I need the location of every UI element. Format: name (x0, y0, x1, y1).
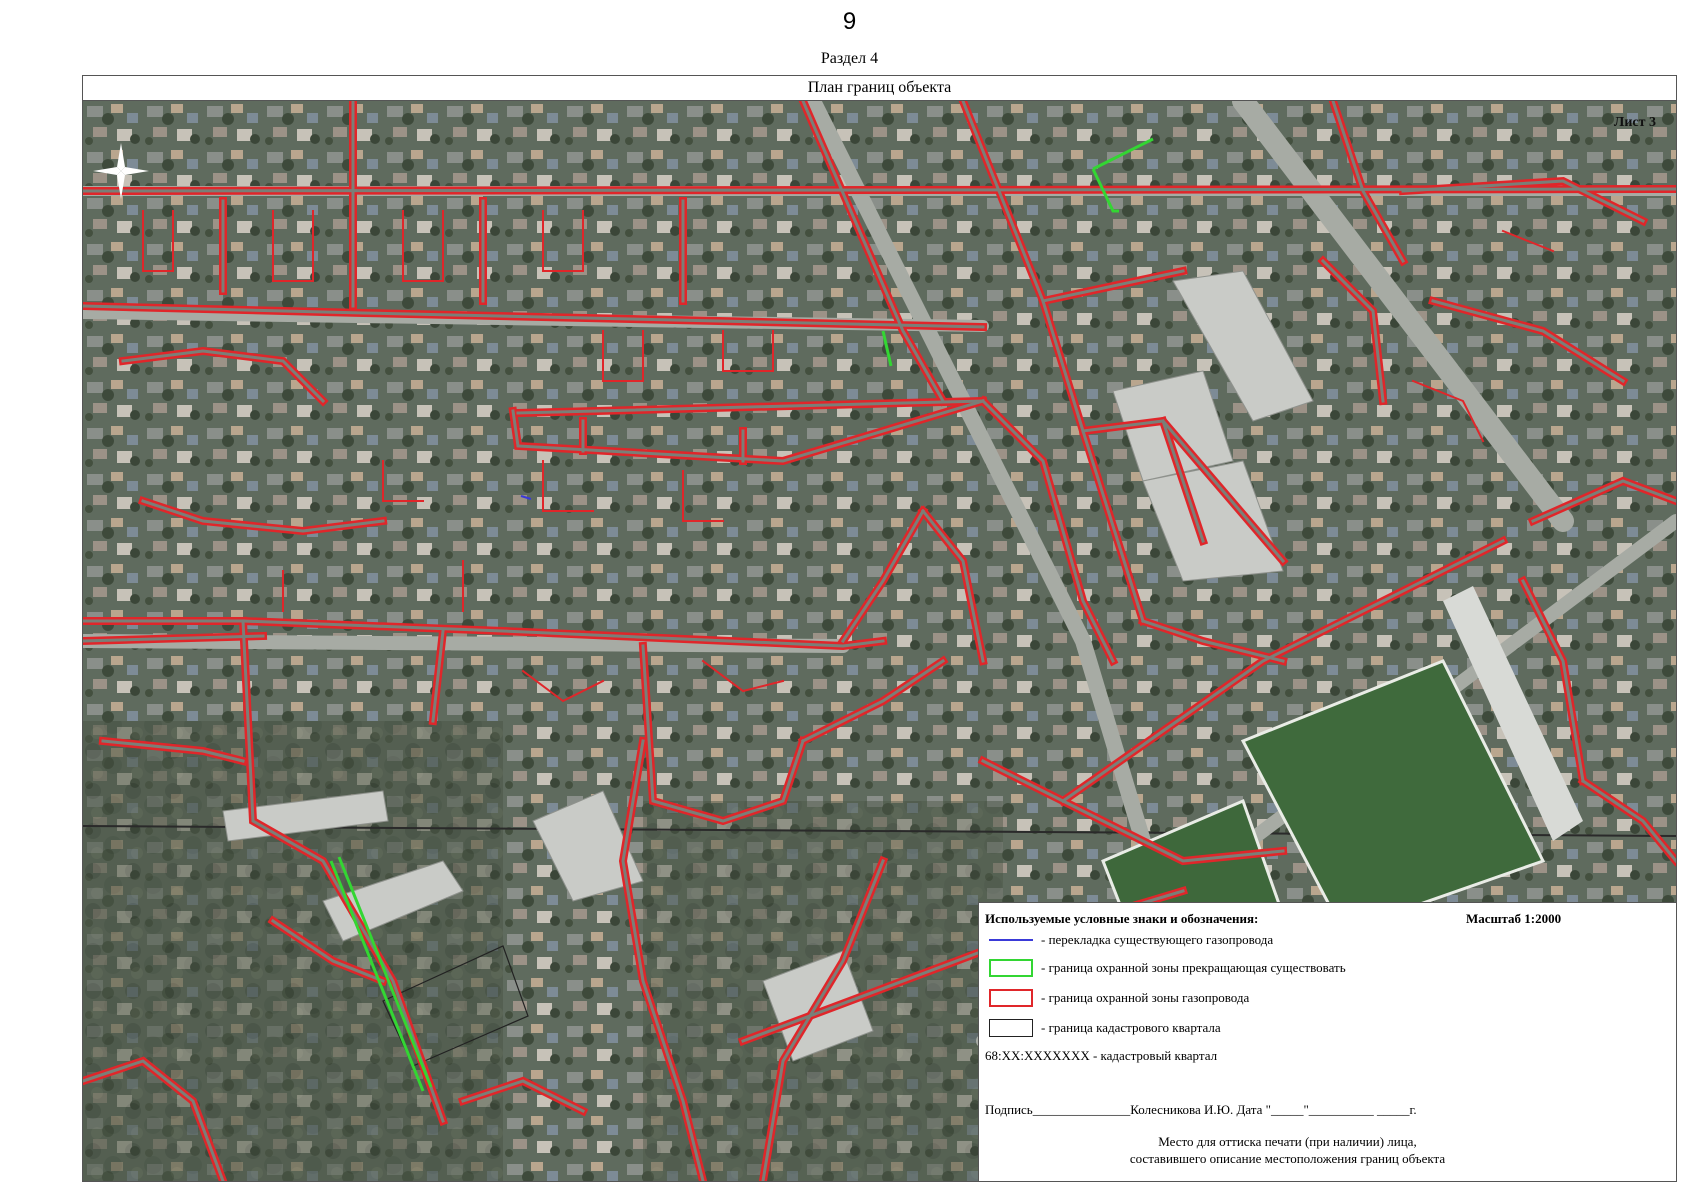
legend-item-label: - граница кадастрового квартала (1041, 1020, 1221, 1035)
stamp-note: Место для оттиска печати (при наличии) л… (979, 1133, 1676, 1167)
sheet-label: Лист 3 (1613, 115, 1656, 130)
legend-item-label: - граница охранной зоны прекращающая сущ… (1041, 960, 1346, 975)
legend-item-relaid-pipeline: - перекладка существующего газопровода (989, 929, 1273, 951)
legend-panel: Используемые условные знаки и обозначени… (978, 902, 1676, 1181)
red-box-icon (989, 989, 1033, 1007)
legend-item-label: - граница охранной зоны газопровода (1041, 990, 1250, 1005)
plan-frame: План границ объекта Лист 3 Используемые … (82, 75, 1677, 1182)
cadastral-note: 68:XX:XXXXXXX - кадастровый квартал (985, 1048, 1218, 1063)
stamp-line-2: составившего описание местоположения гра… (1129, 1151, 1446, 1166)
legend-item-terminated-zone: - граница охранной зоны прекращающая сущ… (989, 957, 1346, 979)
signature-line: Подпись_______________Колесникова И.Ю. Д… (985, 1102, 1417, 1117)
section-title: Раздел 4 (820, 50, 879, 67)
black-box-icon (989, 1019, 1033, 1037)
legend-item-protection-zone: - граница охранной зоны газопровода (989, 987, 1249, 1009)
blue-line-icon (989, 931, 1033, 949)
legend-title: Используемые условные знаки и обозначени… (985, 911, 1259, 926)
stamp-line-1: Место для оттиска печати (при наличии) л… (1158, 1134, 1417, 1149)
green-box-icon (989, 959, 1033, 977)
satellite-map[interactable]: Лист 3 Используемые условные знаки и обо… (83, 101, 1676, 1181)
page-number: 9 (842, 8, 857, 35)
legend-item-label: - перекладка существующего газопровода (1041, 932, 1274, 947)
map-scale: Масштаб 1:2000 (1466, 911, 1562, 926)
legend-item-cadastral-block: - граница кадастрового квартала (989, 1017, 1221, 1039)
plan-title: План границ объекта (83, 76, 1676, 101)
